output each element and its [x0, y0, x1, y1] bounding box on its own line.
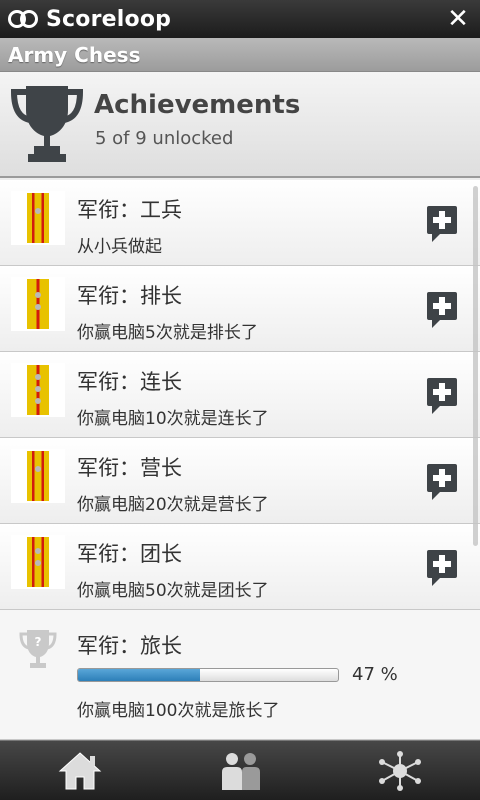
add-post-icon[interactable] — [426, 462, 458, 502]
scoreloop-logo-icon — [8, 8, 42, 30]
achievement-row-company-commander[interactable]: 军衔：连长 你赢电脑10次就是连长了 — [0, 352, 480, 438]
add-post-icon[interactable] — [426, 290, 458, 330]
trophy-icon — [10, 86, 84, 162]
rank-badge-icon — [11, 449, 65, 503]
rank-badge-icon — [11, 363, 65, 417]
achievement-row-regiment-commander[interactable]: 军衔：团长 你赢电脑50次就是团长了 — [0, 524, 480, 610]
add-post-icon[interactable] — [426, 376, 458, 416]
rank-badge-icon — [11, 277, 65, 331]
rank-badge-icon — [11, 191, 65, 245]
scoreloop-logo: Scoreloop — [8, 7, 171, 32]
list-scrollbar[interactable] — [473, 186, 478, 546]
progress-fill — [78, 669, 201, 681]
achievements-header: Achievements 5 of 9 unlocked — [0, 72, 480, 178]
network-icon — [379, 750, 421, 791]
nav-friends-button[interactable] — [160, 741, 320, 800]
game-title-bar: Army Chess — [0, 38, 480, 72]
achievements-list[interactable]: 军衔：工兵 从小兵做起 军衔：排长 你赢电脑5次就是排长了 军衔：连长 你赢电脑… — [0, 180, 480, 740]
achievement-title: 军衔：连长 — [77, 370, 182, 394]
game-title: Army Chess — [8, 43, 141, 67]
achievement-progress-bar — [77, 668, 339, 682]
achievement-description: 你赢电脑5次就是排长了 — [77, 323, 258, 343]
home-icon — [58, 751, 102, 789]
achievement-title: 军衔：排长 — [77, 284, 182, 308]
achievement-title: 军衔：工兵 — [77, 198, 182, 222]
achievement-row-engineer[interactable]: 军衔：工兵 从小兵做起 — [0, 180, 480, 266]
nav-community-button[interactable] — [320, 741, 480, 800]
achievement-description: 你赢电脑20次就是营长了 — [77, 495, 269, 515]
nav-home-button[interactable] — [0, 741, 160, 800]
rank-badge-icon — [11, 535, 65, 589]
achievement-title: 军衔：团长 — [77, 542, 182, 566]
logo-text: Scoreloop — [46, 6, 172, 32]
add-post-icon[interactable] — [426, 204, 458, 244]
add-post-icon[interactable] — [426, 548, 458, 588]
people-icon — [222, 752, 260, 790]
achievement-description: 从小兵做起 — [77, 237, 162, 257]
locked-trophy-icon: ? — [19, 630, 57, 668]
page-title: Achievements — [94, 90, 301, 120]
unlocked-count: 5 of 9 unlocked — [95, 128, 234, 149]
progress-percent: 47 % — [352, 664, 398, 685]
achievement-title: 军衔：旅长 — [77, 634, 182, 658]
achievement-description: 你赢电脑10次就是连长了 — [77, 409, 269, 429]
close-button[interactable]: ✕ — [444, 5, 472, 33]
svg-text:?: ? — [35, 635, 42, 649]
achievement-title: 军衔：营长 — [77, 456, 182, 480]
achievement-row-battalion-commander[interactable]: 军衔：营长 你赢电脑20次就是营长了 — [0, 438, 480, 524]
top-bar: Scoreloop ✕ — [0, 0, 480, 38]
achievement-row-platoon-leader[interactable]: 军衔：排长 你赢电脑5次就是排长了 — [0, 266, 480, 352]
achievement-description: 你赢电脑100次就是旅长了 — [77, 701, 280, 721]
achievement-row-brigade-commander[interactable]: ? 军衔：旅长 47 % 你赢电脑100次就是旅长了 — [0, 610, 480, 740]
achievement-description: 你赢电脑50次就是团长了 — [77, 581, 269, 601]
bottom-navigation — [0, 740, 480, 800]
